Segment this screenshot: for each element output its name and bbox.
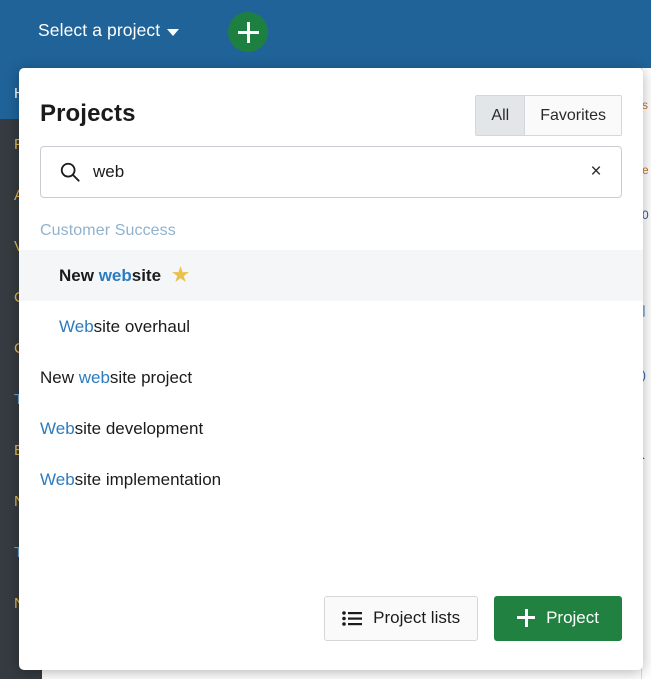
result-item-label: New website project <box>40 368 192 388</box>
result-group-label: Customer Success <box>19 216 643 250</box>
match-highlight: Web <box>59 317 94 336</box>
filter-tab-favorites[interactable]: Favorites <box>524 96 621 135</box>
result-item-label: Website development <box>40 419 203 439</box>
match-highlight: Web <box>40 470 75 489</box>
project-lists-label: Project lists <box>373 608 460 628</box>
result-item[interactable]: Website development <box>19 403 643 454</box>
project-selector-label: Select a project <box>38 20 160 41</box>
result-item[interactable]: New website ★ <box>19 250 643 301</box>
result-item-label: New website <box>59 266 161 286</box>
result-rows-container: New website ★ Website overhaul New website … <box>19 250 643 505</box>
match-highlight: web <box>79 368 110 387</box>
match-highlight: web <box>99 266 132 285</box>
add-button[interactable] <box>228 12 268 52</box>
new-project-label: Project <box>546 608 599 628</box>
projects-dialog: Projects AllFavorites × Customer Success… <box>19 68 643 670</box>
app-root: Select a project HPAVCCTBNTN s e 0 ] ) .… <box>0 0 651 679</box>
result-item-label: Website overhaul <box>59 317 190 337</box>
new-project-button[interactable]: Project <box>494 596 622 641</box>
result-item-label: Website implementation <box>40 470 221 490</box>
project-lists-button[interactable]: Project lists <box>324 596 478 641</box>
plus-icon <box>517 609 535 627</box>
project-selector[interactable]: Select a project <box>38 20 179 41</box>
star-icon[interactable]: ★ <box>172 266 189 285</box>
search-icon <box>59 161 81 183</box>
chevron-down-icon <box>167 29 179 36</box>
dialog-footer: Project lists Project <box>19 586 643 670</box>
result-item[interactable]: Website implementation <box>19 454 643 505</box>
list-icon <box>342 611 362 626</box>
page-title: Projects <box>40 100 136 128</box>
plus-icon-vertical <box>247 22 250 43</box>
search-input[interactable] <box>93 147 573 197</box>
match-highlight: Web <box>40 419 75 438</box>
search-box[interactable]: × <box>40 146 622 198</box>
filter-tab-all[interactable]: All <box>476 96 524 135</box>
result-item[interactable]: New website project <box>19 352 643 403</box>
dialog-header: Projects AllFavorites <box>19 68 643 146</box>
filter-toggle-group: AllFavorites <box>475 95 622 136</box>
clear-search-button[interactable]: × <box>584 160 608 184</box>
result-item[interactable]: Website overhaul <box>19 301 643 352</box>
search-results-list: Customer Success New website ★ Website ove… <box>19 216 643 586</box>
